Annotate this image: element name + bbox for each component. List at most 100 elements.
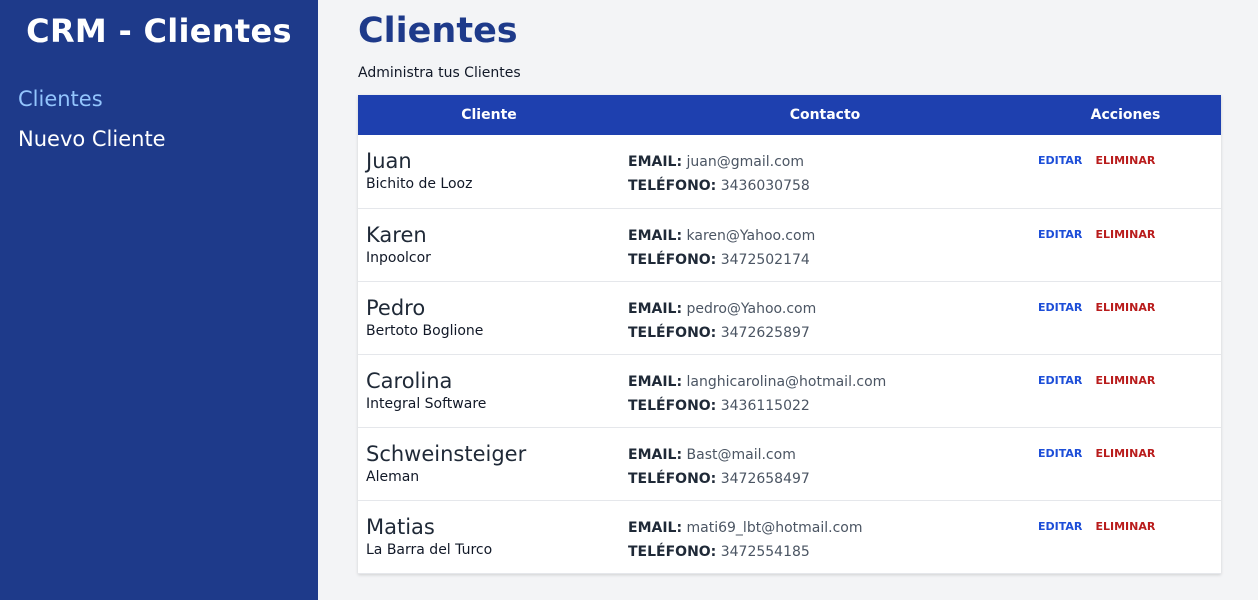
table-row: Matias La Barra del Turco EMAIL: mati69_… xyxy=(358,500,1221,573)
delete-button[interactable]: ELIMINAR xyxy=(1095,374,1155,387)
email-line: EMAIL: mati69_lbt@hotmail.com xyxy=(628,516,1030,540)
email-label: EMAIL: xyxy=(628,300,683,317)
app-root: CRM - Clientes Clientes Nuevo Cliente Cl… xyxy=(0,0,1258,600)
actions-cell: EDITAR ELIMINAR xyxy=(1030,427,1221,500)
email-label: EMAIL: xyxy=(628,373,683,390)
client-company: Bertoto Boglione xyxy=(366,322,484,339)
email-label: EMAIL: xyxy=(628,227,683,244)
client-phone: 3472502174 xyxy=(720,251,810,268)
client-cell: Matias La Barra del Turco xyxy=(358,500,620,573)
actions-cell: EDITAR ELIMINAR xyxy=(1030,208,1221,281)
client-cell: Karen Inpoolcor xyxy=(358,208,620,281)
client-phone: 3436115022 xyxy=(720,397,810,414)
page-subtitle: Administra tus Clientes xyxy=(358,65,521,81)
contact-cell: EMAIL: mati69_lbt@hotmail.com TELÉFONO: … xyxy=(620,500,1030,573)
sidebar-nav: Clientes Nuevo Cliente xyxy=(18,86,300,153)
client-company: Bichito de Looz xyxy=(366,176,473,192)
column-header-acciones: Acciones xyxy=(1090,107,1161,123)
client-phone: 3472658497 xyxy=(720,470,810,487)
table-row: Karen Inpoolcor EMAIL: karen@Yahoo.com T… xyxy=(358,208,1221,281)
client-company: Aleman xyxy=(366,468,420,485)
client-email: mati69_lbt@hotmail.com xyxy=(686,519,863,536)
client-email: juan@gmail.com xyxy=(686,154,804,170)
client-cell: Juan Bichito de Looz xyxy=(358,135,620,208)
table-header: Cliente Contacto Acciones xyxy=(358,95,1221,135)
edit-button[interactable]: EDITAR xyxy=(1038,520,1082,533)
client-cell: Carolina Integral Software xyxy=(358,354,620,427)
table-row: Carolina Integral Software EMAIL: langhi… xyxy=(358,354,1221,427)
edit-button[interactable]: EDITAR xyxy=(1038,447,1082,460)
email-label: EMAIL: xyxy=(628,154,683,170)
table-row: Schweinsteiger Aleman EMAIL: Bast@mail.c… xyxy=(358,427,1221,500)
client-email: Bast@mail.com xyxy=(686,446,796,463)
phone-line: TELÉFONO: 3436115022 xyxy=(628,394,1030,418)
client-name: Carolina xyxy=(366,368,453,393)
client-email: pedro@Yahoo.com xyxy=(686,300,817,317)
client-phone: 3472554185 xyxy=(720,543,810,560)
phone-label: TELÉFONO: xyxy=(628,543,717,560)
edit-button[interactable]: EDITAR xyxy=(1038,154,1082,167)
actions-cell: EDITAR ELIMINAR xyxy=(1030,500,1221,573)
email-line: EMAIL: juan@gmail.com xyxy=(628,150,1030,174)
app-brand: CRM - Clientes xyxy=(26,12,292,50)
email-line: EMAIL: Bast@mail.com xyxy=(628,443,1030,467)
phone-line: TELÉFONO: 3436030758 xyxy=(628,174,1030,198)
phone-label: TELÉFONO: xyxy=(628,397,717,414)
email-label: EMAIL: xyxy=(628,519,683,536)
delete-button[interactable]: ELIMINAR xyxy=(1095,154,1155,167)
client-company: La Barra del Turco xyxy=(366,541,493,558)
email-line: EMAIL: karen@Yahoo.com xyxy=(628,224,1030,248)
client-name: Karen xyxy=(366,222,427,247)
table-row: Juan Bichito de Looz EMAIL: juan@gmail.c… xyxy=(358,135,1221,208)
delete-button[interactable]: ELIMINAR xyxy=(1095,447,1155,460)
phone-label: TELÉFONO: xyxy=(628,251,717,268)
client-phone: 3472625897 xyxy=(720,324,810,341)
email-line: EMAIL: pedro@Yahoo.com xyxy=(628,297,1030,321)
client-name: Matias xyxy=(366,514,435,539)
clients-table: Cliente Contacto Acciones Juan Bichito d… xyxy=(358,95,1221,574)
nav-link-clientes[interactable]: Clientes xyxy=(18,86,300,113)
client-name: Juan xyxy=(366,149,412,173)
delete-button[interactable]: ELIMINAR xyxy=(1095,228,1155,241)
contact-cell: EMAIL: juan@gmail.com TELÉFONO: 34360307… xyxy=(620,135,1030,208)
actions-cell: EDITAR ELIMINAR xyxy=(1030,354,1221,427)
email-line: EMAIL: langhicarolina@hotmail.com xyxy=(628,370,1030,394)
contact-cell: EMAIL: karen@Yahoo.com TELÉFONO: 3472502… xyxy=(620,208,1030,281)
phone-label: TELÉFONO: xyxy=(628,324,717,341)
nav-link-nuevo-cliente[interactable]: Nuevo Cliente xyxy=(18,126,300,153)
contact-cell: EMAIL: Bast@mail.com TELÉFONO: 347265849… xyxy=(620,427,1030,500)
table-body: Juan Bichito de Looz EMAIL: juan@gmail.c… xyxy=(358,135,1221,573)
client-company: Inpoolcor xyxy=(366,249,431,266)
edit-button[interactable]: EDITAR xyxy=(1038,301,1082,314)
phone-line: TELÉFONO: 3472502174 xyxy=(628,248,1030,272)
column-header-contacto: Contacto xyxy=(789,107,861,123)
client-name: Pedro xyxy=(366,295,426,320)
client-company: Integral Software xyxy=(366,395,487,412)
phone-label: TELÉFONO: xyxy=(628,470,717,487)
phone-line: TELÉFONO: 3472658497 xyxy=(628,467,1030,491)
sidebar: CRM - Clientes Clientes Nuevo Cliente xyxy=(0,0,318,600)
actions-cell: EDITAR ELIMINAR xyxy=(1030,135,1221,208)
actions-cell: EDITAR ELIMINAR xyxy=(1030,281,1221,354)
client-phone: 3436030758 xyxy=(720,178,810,194)
edit-button[interactable]: EDITAR xyxy=(1038,228,1082,241)
phone-label: TELÉFONO: xyxy=(628,178,717,194)
client-cell: Schweinsteiger Aleman xyxy=(358,427,620,500)
delete-button[interactable]: ELIMINAR xyxy=(1095,520,1155,533)
edit-button[interactable]: EDITAR xyxy=(1038,374,1082,387)
table-header-row: Cliente Contacto Acciones xyxy=(358,95,1221,135)
client-name: Schweinsteiger xyxy=(366,441,527,466)
client-email: karen@Yahoo.com xyxy=(686,227,816,244)
page-title: Clientes xyxy=(358,11,518,51)
delete-button[interactable]: ELIMINAR xyxy=(1095,301,1155,314)
contact-cell: EMAIL: langhicarolina@hotmail.com TELÉFO… xyxy=(620,354,1030,427)
phone-line: TELÉFONO: 3472554185 xyxy=(628,540,1030,564)
email-label: EMAIL: xyxy=(628,446,683,463)
main-content: Clientes Administra tus Clientes Cliente… xyxy=(318,0,1258,600)
phone-line: TELÉFONO: 3472625897 xyxy=(628,321,1030,345)
client-email: langhicarolina@hotmail.com xyxy=(686,373,887,390)
contact-cell: EMAIL: pedro@Yahoo.com TELÉFONO: 3472625… xyxy=(620,281,1030,354)
table-row: Pedro Bertoto Boglione EMAIL: pedro@Yaho… xyxy=(358,281,1221,354)
column-header-cliente: Cliente xyxy=(461,107,517,123)
client-cell: Pedro Bertoto Boglione xyxy=(358,281,620,354)
